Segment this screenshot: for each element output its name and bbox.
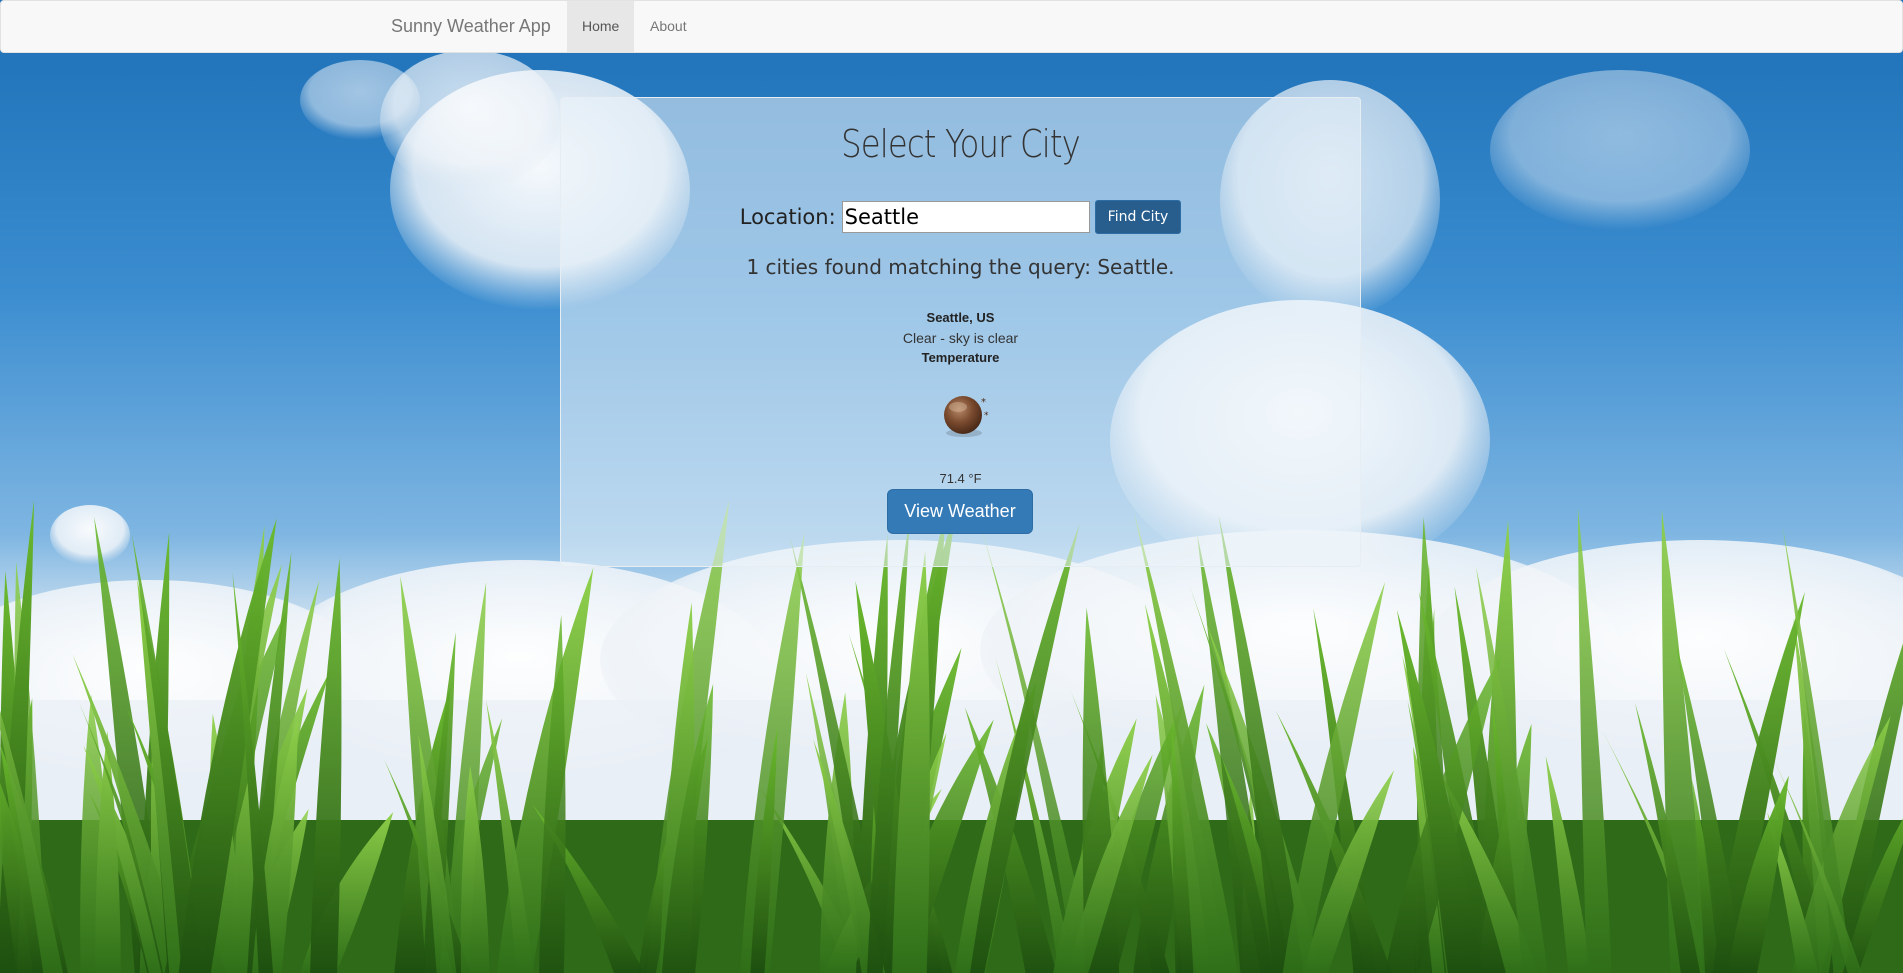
top-navbar: Sunny Weather App Home About [0, 0, 1903, 53]
temperature-label: Temperature [921, 350, 1000, 365]
svg-text:*: * [981, 397, 986, 408]
view-weather-button[interactable]: View Weather [887, 489, 1033, 534]
nav-item-home[interactable]: Home [567, 1, 635, 52]
weather-description: Clear - sky is clear [902, 330, 1019, 346]
find-city-button[interactable]: Find City [1094, 200, 1182, 234]
nav-item-about[interactable]: About [635, 1, 702, 52]
svg-text:*: * [984, 411, 989, 421]
location-input[interactable] [841, 201, 1090, 233]
page-title: Select Your City [841, 122, 1081, 166]
temperature-value: 71.4 °F [939, 471, 982, 486]
location-label: Location: [739, 205, 836, 229]
search-form: Location: Find City [561, 198, 1360, 236]
clear-night-moon-icon: * * [934, 391, 994, 441]
brand-link[interactable]: Sunny Weather App [391, 16, 551, 36]
city-search-panel: Select Your City Location: Find City 1 c… [560, 97, 1361, 567]
city-name: Seattle, US [926, 310, 995, 325]
search-result-summary: 1 cities found matching the query: Seatt… [746, 255, 1175, 279]
